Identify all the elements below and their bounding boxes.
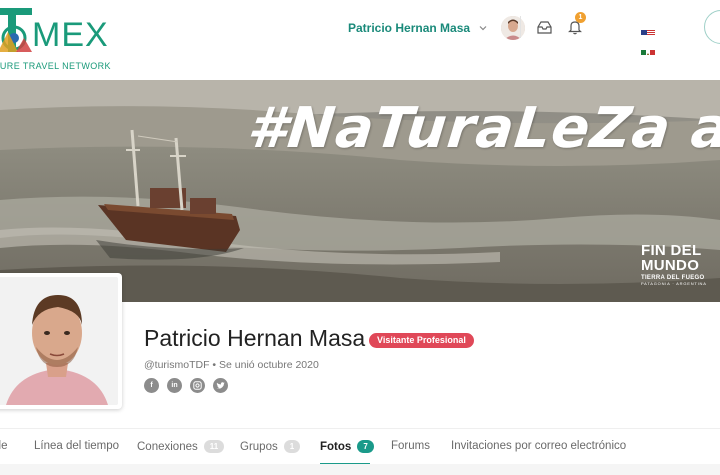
flag-us-icon[interactable] xyxy=(641,26,655,35)
profile-name: Patricio Hernan Masa xyxy=(144,325,366,351)
user-avatar[interactable] xyxy=(501,16,526,40)
member-type-badge: Visitante Profesional xyxy=(369,333,474,348)
instagram-icon[interactable] xyxy=(190,378,205,393)
tab-count-badge: 7 xyxy=(357,440,374,453)
tab-count-badge: 1 xyxy=(283,440,301,453)
cover-brand-mark: FIN DEL MUNDO TIERRA DEL FUEGO PATAGONIA… xyxy=(641,243,707,286)
tab-forums[interactable]: Forums xyxy=(391,440,430,452)
tab-label: Invitaciones por correo electrónico xyxy=(451,440,627,452)
cover-brand-line-1: FIN DEL xyxy=(641,242,702,259)
cover-brand-line-4: PATAGONIA · ARGENTINA xyxy=(641,281,707,286)
user-menu[interactable]: Patricio Hernan Masa xyxy=(348,14,526,42)
inbox-icon[interactable] xyxy=(537,21,552,34)
tab-count-badge: 11 xyxy=(203,440,225,453)
notification-badge: 1 xyxy=(575,12,586,23)
site-logo[interactable]: MEX TURE TRAVEL NETWORK xyxy=(0,8,124,71)
linkedin-icon[interactable]: in xyxy=(167,378,182,393)
social-links: f in xyxy=(144,378,228,393)
logo-text: MEX xyxy=(32,16,109,54)
cover-hashtag: #NaTuraLeZa al l xyxy=(244,96,720,161)
profile-meta: @turismoTDF • Se unió octubre 2020 xyxy=(144,359,319,371)
user-name: Patricio Hernan Masa xyxy=(348,21,471,35)
tab-label: ile xyxy=(0,440,8,452)
tab-label: Grupos xyxy=(240,440,278,453)
facebook-icon[interactable]: f xyxy=(144,378,159,393)
cover-photo: #NaTuraLeZa al l FIN DEL MUNDO TIERRA DE… xyxy=(0,80,720,302)
profile-portrait-icon xyxy=(0,277,118,405)
flag-mx-icon[interactable] xyxy=(641,46,655,55)
avatar-portrait-icon xyxy=(501,16,526,40)
chevron-down-icon xyxy=(479,26,487,31)
header-divider xyxy=(520,16,521,38)
tab-profile[interactable]: ile xyxy=(0,440,8,452)
logo-tagline: TURE TRAVEL NETWORK xyxy=(0,61,111,71)
content-area-top xyxy=(0,464,720,475)
top-header: MEX TURE TRAVEL NETWORK Patricio Hernan … xyxy=(0,0,720,80)
profile-tabs: ile Línea del tiempo Conexiones 11 Grupo… xyxy=(0,428,720,465)
tab-connections[interactable]: Conexiones 11 xyxy=(137,440,225,453)
tab-photos[interactable]: Fotos 7 xyxy=(320,440,374,453)
profile-avatar[interactable] xyxy=(0,273,122,409)
tab-groups[interactable]: Grupos 1 xyxy=(240,440,301,453)
tab-timeline[interactable]: Línea del tiempo xyxy=(34,440,119,452)
header-circle-button[interactable] xyxy=(704,10,720,44)
tab-label: Forums xyxy=(391,440,430,452)
tab-label: Fotos xyxy=(320,440,352,453)
tab-label: Línea del tiempo xyxy=(34,440,120,452)
twitter-icon[interactable] xyxy=(213,378,228,393)
tab-email-invites[interactable]: Invitaciones por correo electrónico xyxy=(451,440,626,452)
tab-label: Conexiones xyxy=(137,440,198,453)
cover-brand-line-2: MUNDO xyxy=(641,257,700,274)
